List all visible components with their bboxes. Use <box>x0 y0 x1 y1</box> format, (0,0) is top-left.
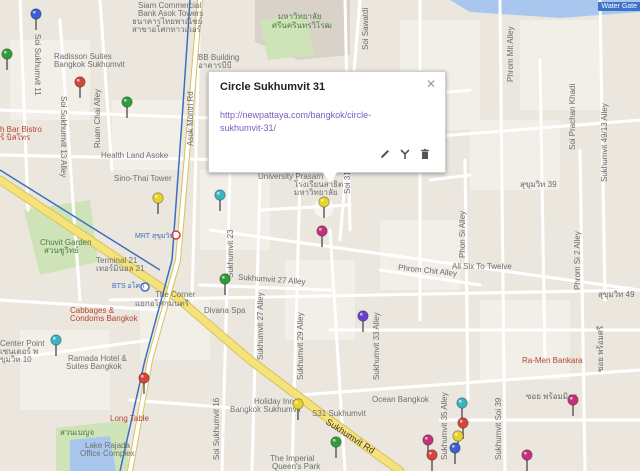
map-pin[interactable] <box>1 48 13 70</box>
close-icon[interactable]: ✕ <box>426 77 436 91</box>
info-window: Circle Sukhumvit 31 ✕ http://newpattaya.… <box>208 71 446 173</box>
map-pin[interactable] <box>426 449 438 471</box>
label-corner-thai: แยกอโศกมนตรี <box>135 299 189 308</box>
map-pin[interactable] <box>521 449 533 471</box>
label-soi-39b: Sukhumvit Soi 39 <box>494 397 503 460</box>
label-soi-phrom-si: ซอย พร้อมศรี <box>596 325 605 372</box>
label-thai-bank-2: สาขาอโศกทาวเวอร์ <box>132 25 201 34</box>
label-cabbages-2: Condoms Bangkok <box>70 314 138 323</box>
label-srinakharinwirot: ศรีนครินทรวิโรฒ <box>272 21 332 30</box>
map-pin[interactable] <box>152 192 164 214</box>
label-soi-16: Soi Sukhumvit 16 <box>212 397 221 460</box>
label-health-land: Health Land Asoke <box>101 151 169 160</box>
label-water-gate: Water Gate <box>598 2 640 11</box>
label-sukhumvit-29: Sukhumvit 29 Alley <box>296 312 305 380</box>
map-pin[interactable] <box>330 436 342 458</box>
label-soi-35: Sukhumvit 35 Alley <box>440 392 449 460</box>
label-phrom-mit: Phrom Mit Alley <box>506 26 515 82</box>
map-pin[interactable] <box>292 398 304 420</box>
map-pin[interactable] <box>121 96 133 118</box>
info-window-title: Circle Sukhumvit 31 <box>220 81 326 93</box>
label-uni-thai-2: มหาวิทยาลัย <box>294 188 338 197</box>
label-chuvit-thai: สวนชูวิทย์ <box>44 246 79 255</box>
label-soi-11: Soi Sukhumvit 11 <box>33 34 42 96</box>
label-soi-13: Soi Sukhumvit 13 Alley <box>59 96 68 178</box>
map-pin[interactable] <box>138 372 150 394</box>
label-holiday-inn-2: Bangkok Sukhumvit <box>230 405 301 414</box>
map-pin[interactable] <box>318 196 330 218</box>
label-soi-sawatdi: Soi Sawatdi <box>361 7 370 50</box>
label-sukhumvit-33: Sukhumvit 33 Alley <box>372 312 381 380</box>
label-the-corner: The Corner <box>155 290 196 299</box>
label-s31: S31 Sukhumvit <box>312 409 366 418</box>
label-phrom-si-2: Phrom Si 2 Alley <box>573 231 582 290</box>
label-49-13: Sukhumvit 49/13 Alley <box>600 103 609 182</box>
label-center-10: ขุมวิท 10 <box>0 355 32 364</box>
label-all-six: All Six To Twelve <box>452 262 512 271</box>
map-pin[interactable] <box>74 76 86 98</box>
label-ruam-chai: Ruam Chai Alley <box>93 88 102 148</box>
label-sukhumvit-27b: Sukhumvit 27 Alley <box>256 292 265 360</box>
label-bts: BTS อโศก <box>112 283 145 290</box>
map-pin[interactable] <box>567 394 579 416</box>
label-soi-prachan: Soi Prachan Khadi <box>568 83 577 150</box>
label-sino-thai: Sino-Thai Tower <box>114 174 172 183</box>
label-divana: Divana Spa <box>204 306 246 315</box>
info-window-tail <box>322 171 338 183</box>
label-suan: สวนเบญจ <box>60 428 95 437</box>
map-pin[interactable] <box>214 189 226 211</box>
label-long-table: Long Table <box>110 414 149 423</box>
label-imperial-2: Queen's Park <box>272 462 321 471</box>
map-pin[interactable] <box>219 273 231 295</box>
label-university: มหาวิทยาลัย <box>278 12 322 21</box>
pencil-icon[interactable] <box>379 147 391 159</box>
map-pin[interactable] <box>449 442 461 464</box>
label-ra-men: Ra-Men Bankara <box>522 356 583 365</box>
label-ocean: Ocean Bangkok <box>372 395 429 404</box>
label-asok-montri: Asok Montri Rd <box>186 91 195 146</box>
trash-icon[interactable] <box>419 147 431 159</box>
label-sukhumvit-23: Sukhumvit 23 <box>226 229 235 278</box>
map-pin[interactable] <box>316 225 328 247</box>
map-canvas[interactable]: Siam Commercial Bank Asok Towers ธนาคารไ… <box>0 0 640 471</box>
map-pin[interactable] <box>357 310 369 332</box>
label-lake-rajada-2: Office Complex <box>80 449 135 458</box>
label-soi-31: Soi 31 <box>343 171 352 194</box>
paint-icon[interactable] <box>399 147 411 159</box>
label-terminal-thai: เทอร์มินอล 21 <box>96 264 145 273</box>
label-bb-thai: อาคารบีบี <box>198 61 232 70</box>
label-sukhumvit-49: สุขุมวิท 49 <box>598 290 635 299</box>
label-radisson-2: Bangkok Sukhumvit <box>54 60 125 69</box>
info-window-link[interactable]: http://newpattaya.com/bangkok/circle-suk… <box>220 109 380 135</box>
label-bar-bistro-thai: ร์ บิสโทร <box>0 133 31 142</box>
label-phon-si: Phon Si Alley <box>458 210 467 258</box>
map-pin[interactable] <box>456 397 468 419</box>
map-pin[interactable] <box>30 8 42 30</box>
label-soi-39: สุขุมวิท 39 <box>520 180 557 189</box>
label-mrt: MRT สุขุมวิท <box>135 233 175 240</box>
map-pin[interactable] <box>50 334 62 356</box>
label-ramada-2: Suites Bangkok <box>66 362 122 371</box>
